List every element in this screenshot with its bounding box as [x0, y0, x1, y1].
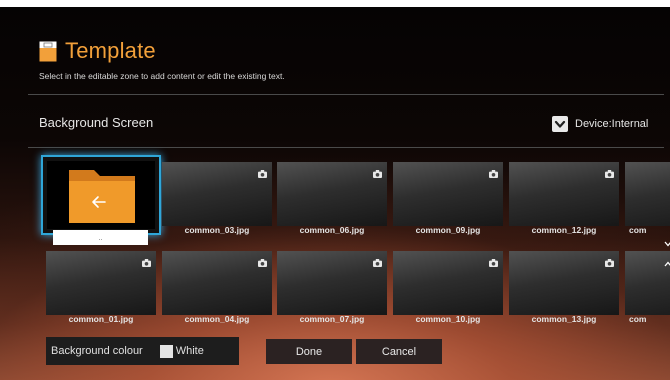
colour-swatch[interactable] — [159, 344, 173, 358]
thumbnail-label: common_09.jpg — [415, 225, 481, 235]
camera-icon — [489, 165, 498, 178]
image-thumbnail[interactable] — [277, 162, 387, 226]
folder-back-item[interactable] — [41, 155, 161, 235]
image-thumbnail[interactable] — [162, 251, 272, 315]
image-thumbnail[interactable] — [277, 251, 387, 315]
folder-back-icon — [69, 170, 135, 223]
thumbnail-label: common_12.jpg — [531, 225, 597, 235]
camera-icon — [258, 165, 267, 178]
camera-icon — [605, 254, 614, 267]
thumbnail-label: com — [629, 314, 647, 324]
camera-icon — [489, 254, 498, 267]
camera-icon — [258, 254, 267, 267]
colour-value[interactable]: White — [176, 345, 204, 357]
checkbox-icon[interactable] — [552, 116, 568, 132]
page-title: Template — [65, 38, 156, 63]
thumbnail-label: common_04.jpg — [184, 314, 250, 324]
thumbnail-label: common_01.jpg — [68, 314, 134, 324]
image-thumbnail[interactable] — [46, 251, 156, 315]
camera-icon — [373, 254, 382, 267]
background-colour-label: Background colour — [51, 345, 143, 357]
image-thumbnail[interactable] — [509, 162, 619, 226]
thumbnail-label: common_03.jpg — [184, 225, 250, 235]
image-thumbnail[interactable] — [162, 162, 272, 226]
section-divider — [28, 147, 664, 148]
scroll-down-icon[interactable] — [664, 235, 670, 247]
thumbnail-label: common_06.jpg — [299, 225, 365, 235]
image-thumbnail[interactable] — [393, 162, 503, 226]
folder-back-label: .. — [53, 230, 148, 245]
camera-icon — [142, 254, 151, 267]
page-subtitle: Select in the editable zone to add conte… — [39, 71, 285, 81]
background-colour-control: Background colour White — [46, 337, 239, 365]
camera-icon — [605, 165, 614, 178]
thumbnail-label: common_07.jpg — [299, 314, 365, 324]
camera-icon — [373, 165, 382, 178]
device-selector[interactable]: Device:Internal — [552, 116, 648, 132]
title-row: Template — [39, 38, 156, 64]
scroll-up-icon[interactable] — [664, 255, 670, 267]
thumbnail-label: common_13.jpg — [531, 314, 597, 324]
header-divider — [28, 94, 664, 95]
thumbnail-label: common_10.jpg — [415, 314, 481, 324]
image-thumbnail[interactable] — [393, 251, 503, 315]
cancel-button[interactable]: Cancel — [356, 339, 442, 364]
template-screen: Template Select in the editable zone to … — [0, 7, 670, 380]
document-icon — [39, 41, 57, 62]
image-thumbnail[interactable] — [509, 251, 619, 315]
done-button[interactable]: Done — [266, 339, 352, 364]
section-title: Background Screen — [39, 115, 154, 130]
image-thumbnail[interactable] — [625, 162, 670, 226]
device-label: Device:Internal — [575, 118, 649, 130]
